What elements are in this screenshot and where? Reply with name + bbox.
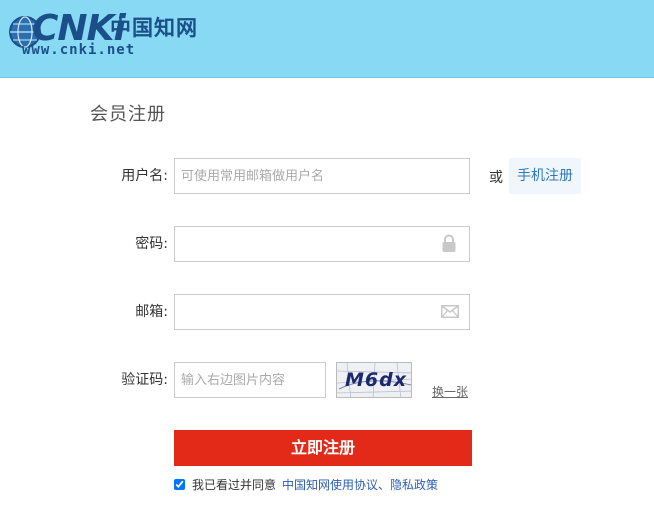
password-label: 密码: [135, 236, 168, 252]
email-label: 邮箱: [135, 304, 168, 320]
captcha-text: M6dx [345, 369, 407, 391]
logo-url: www.cnki.net [22, 42, 136, 58]
agreement-link[interactable]: 中国知网使用协议、隐私政策 [282, 477, 438, 493]
captcha-label: 验证码: [121, 372, 168, 388]
logo-chinese-name: 中国知网 [110, 15, 198, 40]
username-label: 用户名: [121, 168, 168, 184]
captcha-image[interactable]: M6dx [336, 362, 412, 398]
password-input[interactable] [174, 226, 470, 262]
page-title: 会员注册 [90, 104, 166, 125]
username-input[interactable] [174, 158, 470, 194]
or-separator: 或 [489, 170, 503, 186]
lock-icon [442, 234, 456, 252]
register-button[interactable]: 立即注册 [174, 430, 472, 466]
mobile-register-button[interactable]: 手机注册 [509, 158, 581, 194]
captcha-input[interactable] [174, 362, 326, 398]
refresh-captcha-link[interactable]: 换一张 [432, 383, 468, 400]
email-input[interactable] [174, 294, 470, 330]
envelope-icon [441, 305, 459, 318]
agree-checkbox[interactable] [174, 479, 185, 490]
cnki-logo[interactable]: CNKi 中国知网 www.cnki.net [6, 9, 206, 63]
site-header: CNKi 中国知网 www.cnki.net [0, 0, 654, 78]
agree-text: 我已看过并同意 [192, 478, 277, 492]
